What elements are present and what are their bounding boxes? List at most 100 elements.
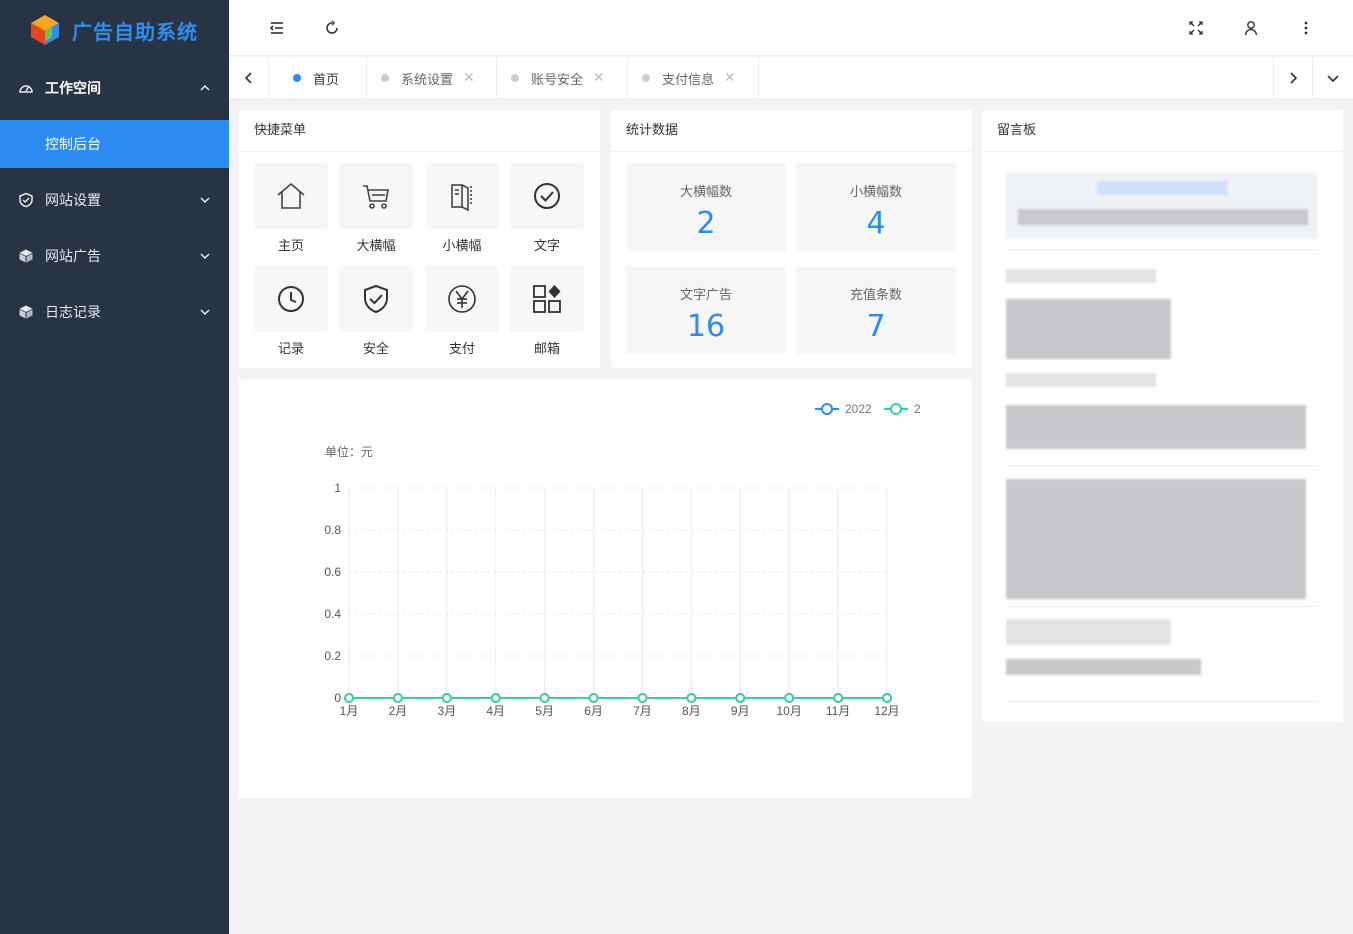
- divider: [1006, 701, 1318, 702]
- chart-x-tick-label: 10月: [777, 704, 802, 718]
- tabs-bar: 首页 系统设置 ✕ 账号安全 ✕ 支付信息 ✕: [229, 57, 1353, 99]
- sidebar-item-site-ads[interactable]: 网站广告: [0, 228, 229, 284]
- message-board-content: [982, 153, 1343, 713]
- clock-icon: [278, 286, 304, 312]
- sidebar-item-site-settings[interactable]: 网站设置: [0, 172, 229, 228]
- shield-check-icon: [364, 284, 388, 314]
- fullscreen-button[interactable]: [1186, 18, 1206, 38]
- chart-legend-marker: [821, 403, 833, 415]
- refresh-button[interactable]: [322, 18, 342, 38]
- book-icon: [451, 184, 472, 212]
- tabs-scroll-right-button[interactable]: [1273, 57, 1313, 99]
- blurred-message: [1006, 299, 1171, 359]
- stat-big-banner: 大横幅数 2: [626, 163, 786, 251]
- app-title: 广告自助系统: [72, 19, 198, 44]
- blurred-message: [1006, 479, 1306, 599]
- tab-dot: [642, 74, 650, 82]
- tab-close-icon[interactable]: ✕: [724, 70, 736, 86]
- tabs-scroll-left-button[interactable]: [229, 57, 269, 99]
- dashboard-icon: [18, 80, 34, 96]
- submenu-workspace: 控制后台: [0, 120, 229, 168]
- quick-menu-item-big-banner[interactable]: [339, 163, 413, 229]
- chart-x-tick-label: 11月: [826, 704, 850, 718]
- chart-data-point: [588, 693, 599, 703]
- quick-menu-label: 支付: [448, 342, 475, 357]
- quick-menu-item-records[interactable]: [254, 266, 328, 332]
- sidebar-item-workspace[interactable]: 工作空间: [0, 60, 229, 116]
- chart-y-tick-label: 0.8: [324, 523, 341, 537]
- blurred-message: [1006, 405, 1306, 449]
- more-vertical-icon: [1304, 21, 1308, 35]
- quick-menu-card: 快捷菜单 主页 大横幅 小横幅 文字 记录 安全 支付 邮箱: [239, 110, 600, 368]
- chevron-right-icon: [1290, 72, 1298, 84]
- cart-icon: [363, 185, 389, 209]
- chevron-up-icon: [200, 84, 210, 91]
- chart-data-point: [344, 693, 354, 703]
- cube-icon: [18, 248, 34, 264]
- stats-card: 统计数据 大横幅数 2 小横幅数 4 文字广告 16 充值条数 7: [611, 110, 972, 368]
- chart-data-point: [392, 693, 403, 703]
- chart-data-point: [735, 693, 746, 703]
- quick-menu-item-home[interactable]: [254, 163, 328, 229]
- tab-label: 系统设置: [401, 72, 454, 88]
- message-board-card: 留言板: [982, 110, 1343, 722]
- sidebar-item-dashboard[interactable]: 控制后台: [0, 120, 229, 168]
- logo[interactable]: 广告自助系统: [0, 0, 229, 60]
- stat-value: 16: [686, 309, 726, 344]
- check-circle-icon: [534, 183, 560, 209]
- tab-close-icon[interactable]: ✕: [593, 70, 605, 86]
- chart-y-tick-label: 0.6: [324, 565, 341, 579]
- chart-x-tick-label: 7月: [633, 704, 652, 718]
- sidebar-item-label: 日志记录: [45, 305, 101, 321]
- quick-menu-item-mailbox[interactable]: [510, 266, 584, 332]
- quick-menu-label: 大横幅: [356, 239, 396, 254]
- menu-collapse-button[interactable]: [267, 18, 287, 38]
- quick-menu-item-payment[interactable]: [425, 266, 499, 332]
- stat-label: 文字广告: [679, 288, 732, 303]
- chart-y-tick-label: 0.2: [324, 649, 341, 663]
- quick-menu-item-small-banner[interactable]: [425, 163, 499, 229]
- apps-icon: [533, 285, 561, 313]
- stat-value: 2: [696, 206, 716, 241]
- chart-x-tick-label: 8月: [682, 704, 701, 718]
- chevron-down-icon: [200, 309, 210, 316]
- tab-active-dot: [293, 74, 301, 82]
- tab-label: 支付信息: [662, 72, 715, 88]
- stat-value: 4: [866, 206, 886, 241]
- chart-y-tick-label: 0: [334, 691, 341, 705]
- user-button[interactable]: [1241, 18, 1261, 38]
- chart-x-tick-label: 6月: [584, 704, 603, 718]
- more-button[interactable]: [1296, 18, 1316, 38]
- stat-text-ads: 文字广告 16: [626, 266, 786, 354]
- message-board-title: 留言板: [982, 110, 1343, 152]
- tab-account-security[interactable]: 账号安全 ✕: [497, 57, 628, 99]
- tab-close-icon[interactable]: ✕: [463, 70, 475, 86]
- chart-x-tick-label: 2月: [389, 704, 408, 718]
- tab-home[interactable]: 首页: [270, 57, 367, 99]
- top-bar: [229, 0, 1353, 56]
- chevron-down-icon: [200, 253, 210, 260]
- blurred-message: [1006, 373, 1156, 387]
- quick-menu-label: 邮箱: [533, 342, 560, 357]
- quick-menu-item-security[interactable]: [339, 266, 413, 332]
- chart-data-point: [882, 693, 892, 703]
- chart-data-point: [686, 693, 697, 703]
- chart-legend-label: 2022: [845, 402, 872, 416]
- tab-system-settings[interactable]: 系统设置 ✕: [367, 57, 497, 99]
- tab-payment-info[interactable]: 支付信息 ✕: [628, 57, 759, 99]
- divider: [1006, 465, 1318, 466]
- user-icon: [1244, 21, 1258, 36]
- logo-cube-icon: [28, 13, 62, 47]
- quick-menu-label: 记录: [277, 342, 304, 357]
- sidebar-item-logs[interactable]: 日志记录: [0, 284, 229, 340]
- tab-dot: [381, 74, 389, 82]
- divider: [1006, 606, 1318, 607]
- quick-menu-item-text[interactable]: [510, 163, 584, 229]
- sidebar: 广告自助系统 工作空间 控制后台 网站设置 网站广告 日志记录: [0, 0, 229, 934]
- sidebar-item-label: 网站广告: [45, 249, 101, 265]
- chart-x-tick-label: 5月: [535, 704, 554, 718]
- tabs-dropdown-button[interactable]: [1313, 57, 1353, 99]
- tab-label: 账号安全: [531, 72, 584, 88]
- blurred-message: [1006, 619, 1171, 645]
- sidebar-subitem-label: 控制后台: [45, 137, 101, 153]
